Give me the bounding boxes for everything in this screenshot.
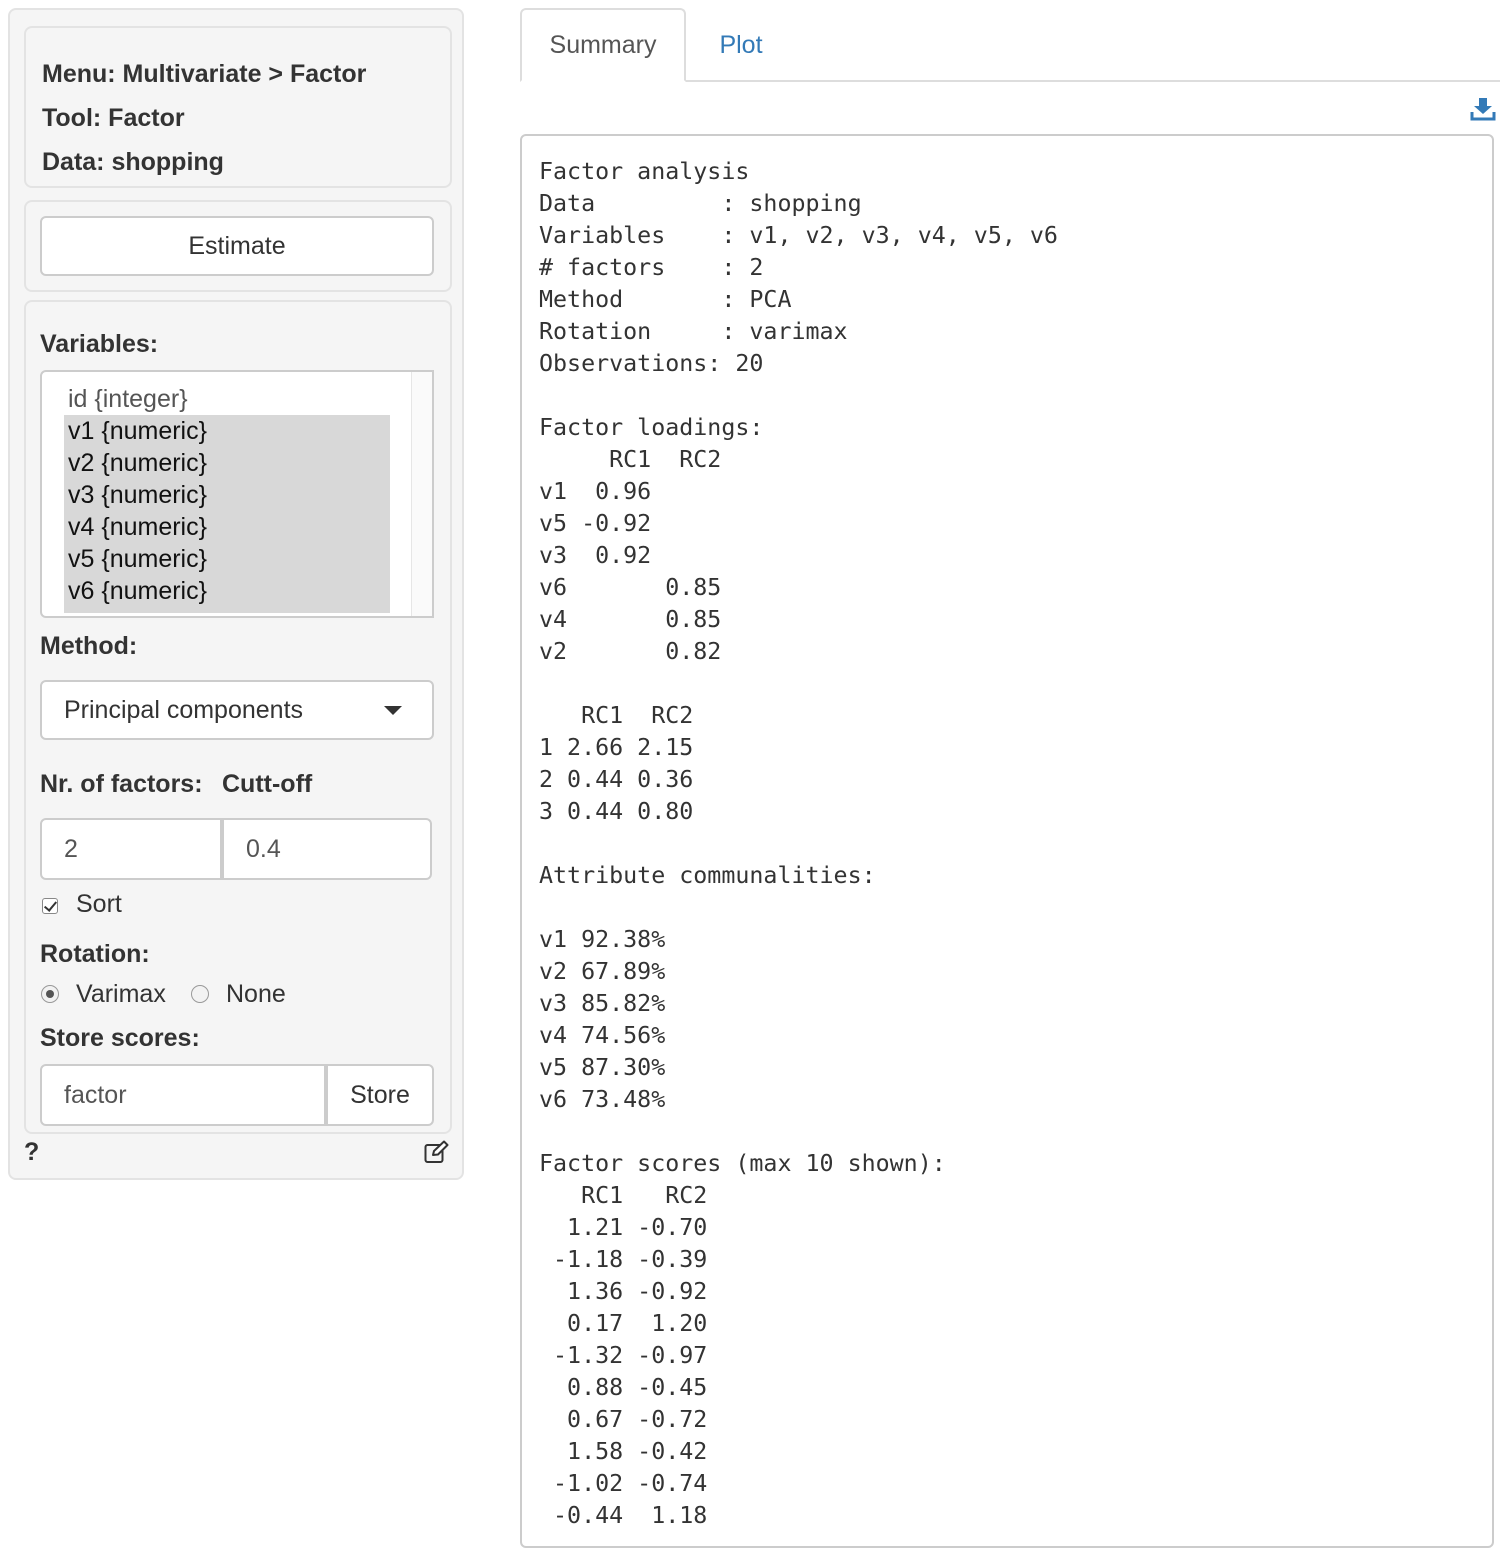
variable-option-v3[interactable]: v3 {numeric} <box>64 479 390 511</box>
method-label: Method: <box>40 632 138 660</box>
method-select[interactable]: Principal components <box>40 680 434 740</box>
store-name-input[interactable]: factor <box>40 1064 326 1126</box>
rotation-option-none: None <box>226 980 286 1008</box>
tool-name: Tool: Factor <box>42 104 185 132</box>
rotation-radio-varimax[interactable] <box>41 985 59 1003</box>
variable-option-v6[interactable]: v6 {numeric} <box>64 575 390 613</box>
sort-checkbox[interactable] <box>42 898 58 914</box>
store-button[interactable]: Store <box>326 1064 434 1126</box>
variable-option-v4[interactable]: v4 {numeric} <box>64 511 390 543</box>
nr-factors-label: Nr. of factors: <box>40 770 203 798</box>
variable-option-id[interactable]: id {integer} <box>64 383 390 415</box>
cutoff-label: Cutt-off <box>222 770 313 798</box>
chevron-down-icon <box>384 706 402 715</box>
store-name-value: factor <box>64 1081 127 1109</box>
cutoff-input[interactable]: 0.4 <box>222 818 432 880</box>
variable-option-v2[interactable]: v2 {numeric} <box>64 447 390 479</box>
estimate-well: Estimate <box>24 200 452 292</box>
nr-factors-value: 2 <box>64 835 78 863</box>
dataset-name: Data: shopping <box>42 148 224 176</box>
sidebar-panel: Menu: Multivariate > Factor Tool: Factor… <box>8 8 464 1180</box>
download-icon[interactable] <box>1470 96 1496 122</box>
variable-option-v1[interactable]: v1 {numeric} <box>64 415 390 447</box>
listbox-scrollbar[interactable] <box>411 372 432 616</box>
rotation-label: Rotation: <box>40 940 150 968</box>
rotation-option-varimax: Varimax <box>76 980 166 1008</box>
summary-output-text: Factor analysis Data : shopping Variable… <box>539 158 1058 1529</box>
cutoff-value: 0.4 <box>246 835 281 863</box>
summary-output: Factor analysis Data : shopping Variable… <box>520 134 1494 1548</box>
store-scores-label: Store scores: <box>40 1024 200 1052</box>
variables-listbox[interactable]: id {integer} v1 {numeric} v2 {numeric} v… <box>40 370 434 618</box>
menu-path: Menu: Multivariate > Factor <box>42 60 367 88</box>
variable-option-v5[interactable]: v5 {numeric} <box>64 543 390 575</box>
settings-well: Variables: id {integer} v1 {numeric} v2 … <box>24 300 452 1134</box>
sort-label: Sort <box>76 890 122 918</box>
variables-label: Variables: <box>40 330 159 358</box>
info-well: Menu: Multivariate > Factor Tool: Factor… <box>24 26 452 188</box>
nr-factors-input[interactable]: 2 <box>40 818 222 880</box>
method-select-value: Principal components <box>64 696 304 724</box>
rotation-radio-none[interactable] <box>191 985 209 1003</box>
edit-icon[interactable] <box>424 1140 450 1164</box>
tab-summary[interactable]: Summary <box>520 8 686 82</box>
help-icon[interactable]: ? <box>24 1138 39 1167</box>
tab-plot[interactable]: Plot <box>686 8 796 82</box>
estimate-button[interactable]: Estimate <box>40 216 434 276</box>
